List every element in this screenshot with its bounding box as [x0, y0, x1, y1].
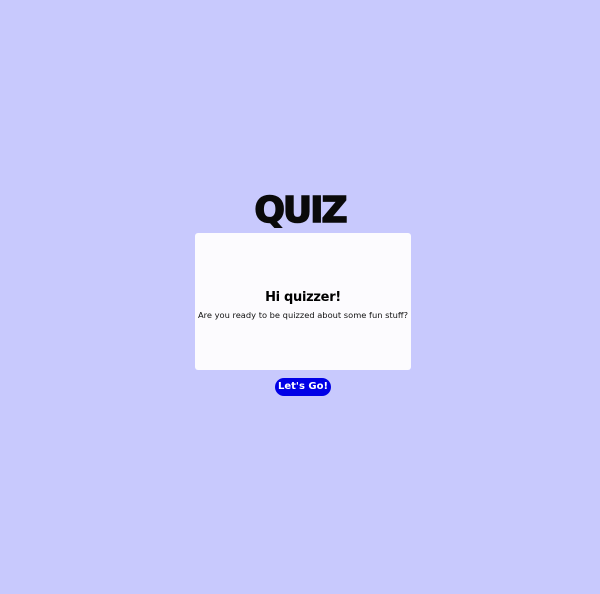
logo-wordmark: QUIZ — [254, 189, 350, 228]
quiz-screen: QUIZ Hi quizzer! Are you ready to be qui… — [0, 0, 600, 594]
logo-text: QUIZ — [254, 190, 346, 228]
intro-message: Are you ready to be quizzed about some f… — [197, 309, 409, 320]
quiz-logo: QUIZ — [0, 188, 600, 228]
intro-card: Hi quizzer! Are you ready to be quizzed … — [195, 233, 411, 370]
intro-title: Hi quizzer! — [265, 289, 341, 305]
lets-go-button[interactable]: Let's Go! — [275, 378, 331, 396]
